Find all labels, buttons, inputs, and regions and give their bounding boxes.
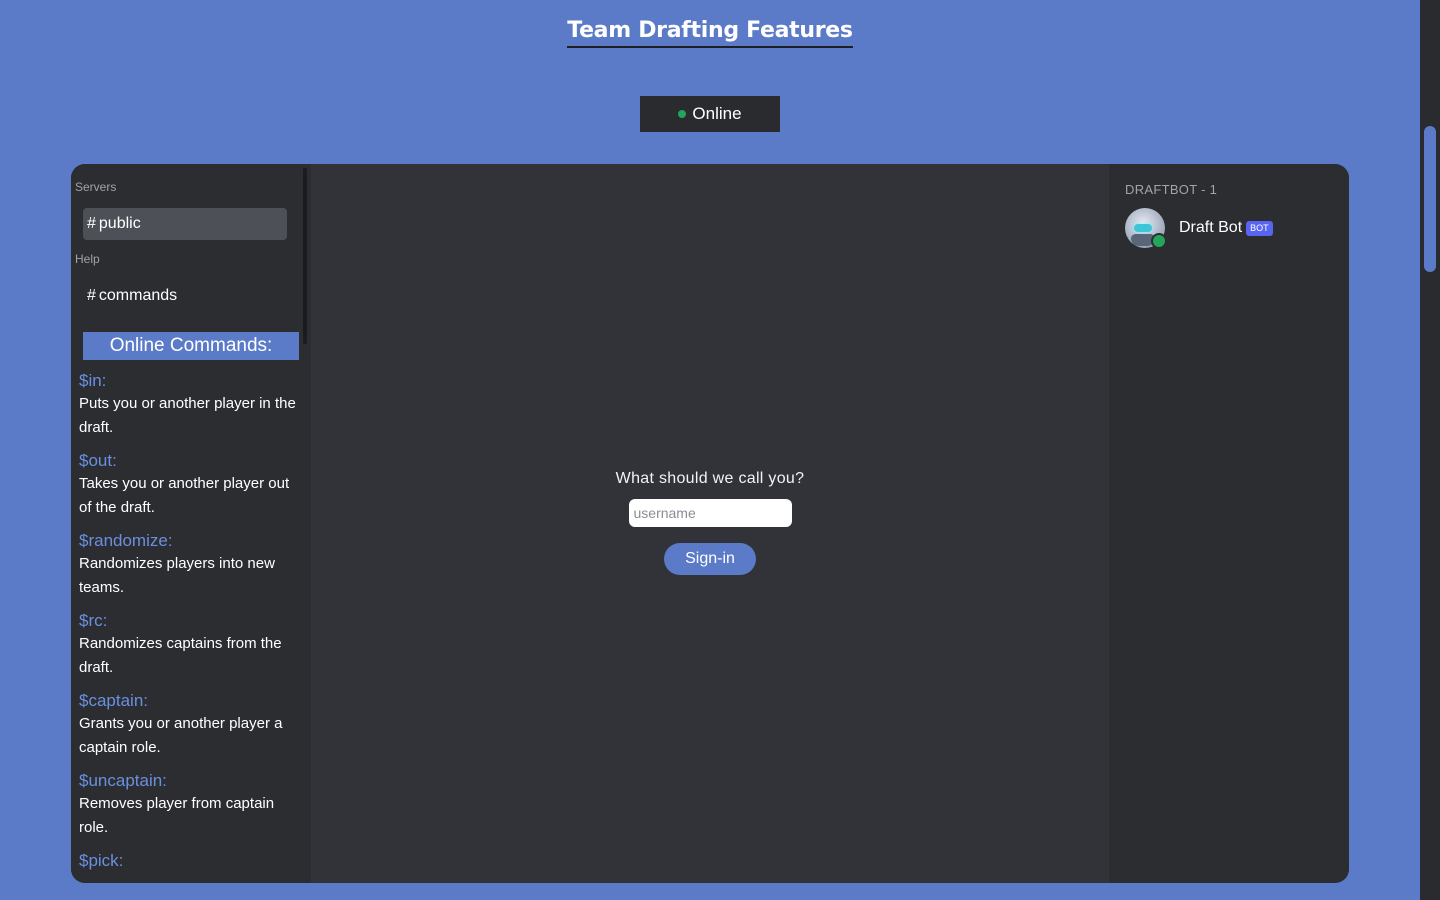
login-form: What should we call you? Sign-in	[311, 470, 1109, 575]
status-label: Online	[692, 104, 742, 123]
command-item: $rc: Randomizes captains from the draft.	[79, 610, 303, 680]
status-indicator: Online	[640, 96, 780, 132]
channel-name: commands	[98, 287, 178, 304]
command-item: $randomize: Randomizes players into new …	[79, 530, 303, 600]
member-name: Draft Bot	[1179, 219, 1243, 236]
command-name: $out:	[79, 451, 117, 470]
command-item: $out: Takes you or another player out of…	[79, 450, 303, 520]
command-description: Takes you or another player out of the d…	[79, 475, 290, 516]
command-name: $in:	[79, 371, 107, 390]
hash-icon: #	[87, 287, 96, 304]
command-item: $captain: Grants you or another player a…	[79, 690, 303, 760]
main-panel: What should we call you? Sign-in	[311, 164, 1109, 883]
command-item: $in: Puts you or another player in the d…	[79, 370, 303, 440]
robot-visor	[1134, 224, 1152, 232]
sign-in-button[interactable]: Sign-in	[664, 543, 756, 575]
robot-avatar-icon	[1125, 208, 1167, 249]
section-label-help: Help	[75, 252, 100, 266]
command-name: $captain:	[79, 691, 148, 710]
channel-name: public	[98, 215, 141, 232]
online-status-dot-icon	[678, 110, 687, 118]
command-name: $randomize:	[79, 531, 173, 550]
command-item: $uncaptain: Removes player from captain …	[79, 770, 303, 840]
command-name: $uncaptain:	[79, 771, 167, 790]
channel-sidebar[interactable]: Servers # public Help # commands Online …	[71, 164, 311, 883]
online-commands-header: Online Commands:	[83, 332, 299, 360]
command-name: $rc:	[79, 611, 108, 630]
command-description: Grants you or another player a captain r…	[79, 715, 283, 756]
bot-badge: BOT	[1246, 220, 1273, 236]
command-description: Randomizes captains from the draft.	[79, 635, 282, 676]
username-input[interactable]	[628, 499, 792, 527]
online-status-dot-icon	[1151, 233, 1167, 249]
command-name: $pick:	[79, 851, 124, 870]
command-description: Randomizes players into new teams.	[79, 555, 275, 596]
command-description: Removes player from captain role.	[79, 795, 275, 836]
channel-public[interactable]: # public	[83, 208, 287, 240]
command-description: Puts you or another player in the draft.	[79, 395, 296, 436]
member-list-header: DRAFTBOT - 1	[1125, 182, 1218, 197]
page-title-text: Team Drafting Features	[567, 18, 853, 48]
command-list: $in: Puts you or another player in the d…	[79, 370, 303, 882]
channel-commands[interactable]: # commands	[83, 280, 287, 312]
command-item: $pick:	[79, 850, 303, 872]
sidebar-scrollbar[interactable]	[303, 168, 307, 344]
login-prompt: What should we call you?	[615, 470, 805, 487]
hash-icon: #	[87, 215, 96, 232]
page-scrollbar[interactable]	[1420, 0, 1440, 900]
chat-app-window: Servers # public Help # commands Online …	[71, 164, 1349, 883]
page-scrollbar-thumb[interactable]	[1424, 126, 1436, 272]
member-list: DRAFTBOT - 1 Draft Bot BOT	[1109, 164, 1349, 883]
member-item-draft-bot[interactable]: Draft Bot BOT	[1125, 208, 1273, 249]
page-title: Team Drafting Features	[0, 18, 1420, 48]
page: Team Drafting Features Online Servers # …	[0, 0, 1440, 900]
section-label-servers: Servers	[75, 180, 117, 194]
